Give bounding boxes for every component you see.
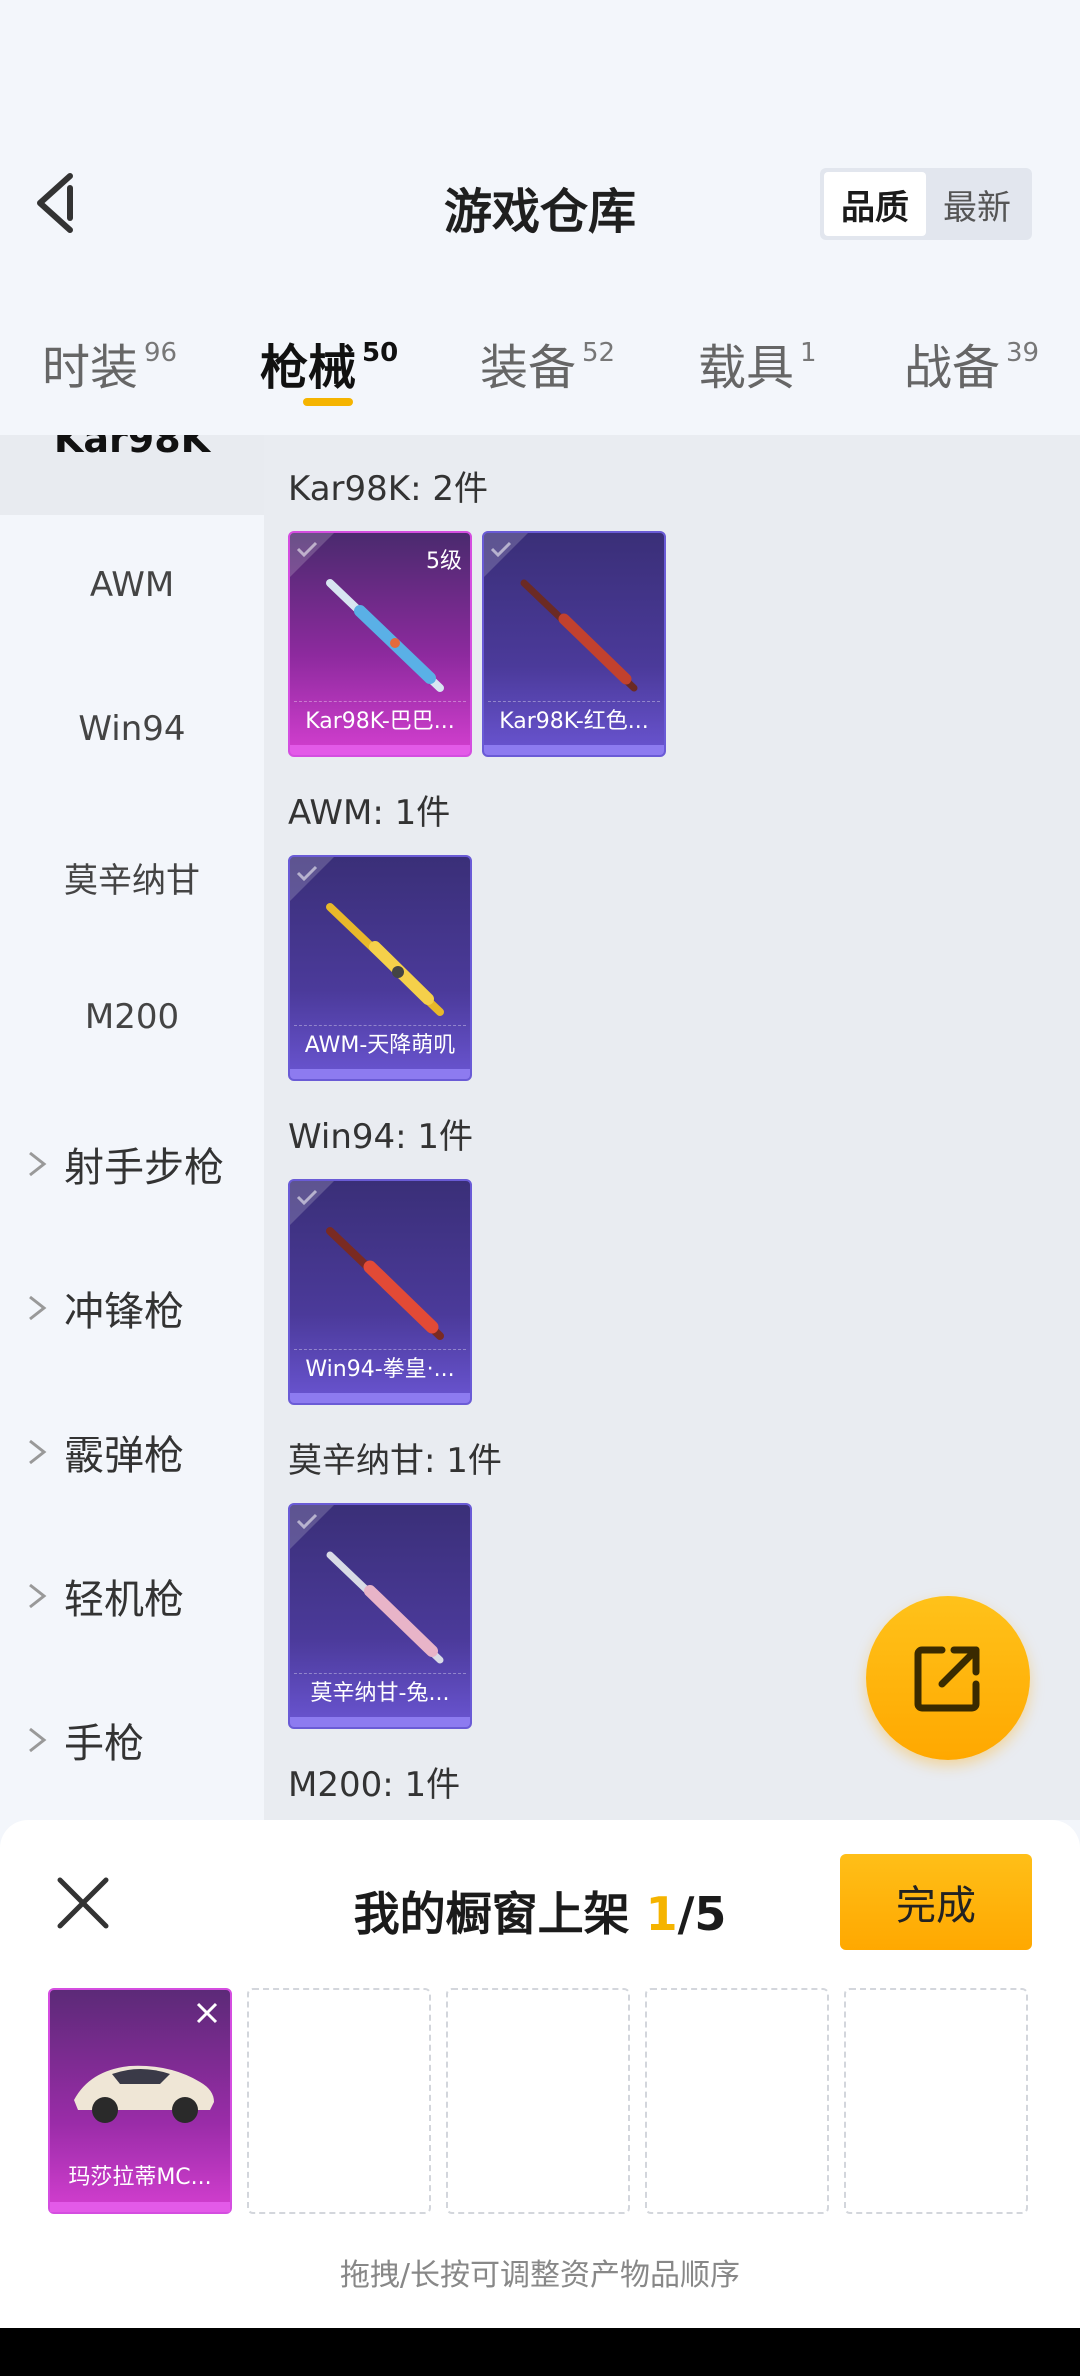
tab-gear[interactable]: 装备 52: [480, 328, 615, 398]
sidebar-item-win94[interactable]: Win94: [0, 709, 264, 749]
rarity-bar: [484, 745, 664, 755]
top-bar: 游戏仓库 品质 最新 时装 96 枪械 50 装备 52 载具 1 战备 39: [0, 0, 1080, 435]
tab-label: 装备: [480, 340, 577, 396]
rarity-bar: [50, 2202, 230, 2212]
item-name: Kar98K-巴巴...: [294, 701, 466, 741]
sidebar-group-smg[interactable]: 冲锋枪: [26, 1279, 184, 1337]
sidebar-item-m200[interactable]: M200: [0, 997, 264, 1037]
tab-count: 96: [144, 338, 178, 368]
sidebar-item-mosin[interactable]: 莫辛纳甘: [0, 853, 264, 902]
item-name: Win94-拳皇·...: [294, 1349, 466, 1389]
showcase-slot-empty[interactable]: [446, 1988, 630, 2214]
share-export-icon: [914, 1646, 980, 1712]
sort-option-quality[interactable]: 品质: [824, 172, 926, 236]
tab-vehicles[interactable]: 载具 1: [698, 328, 817, 398]
showcase-slot-empty[interactable]: [645, 1988, 829, 2214]
chevron-right-icon: [29, 1151, 47, 1177]
sidebar-group-label: 轻机枪: [64, 1577, 184, 1623]
chevron-right-icon: [29, 1295, 47, 1321]
done-button[interactable]: 完成: [840, 1854, 1032, 1950]
item-card[interactable]: Win94-拳皇·...: [288, 1179, 472, 1405]
section-title: Win94: 1件: [288, 1117, 474, 1157]
tab-supplies[interactable]: 战备 39: [904, 328, 1039, 398]
tab-count: 1: [800, 338, 817, 368]
chevron-right-icon: [29, 1583, 47, 1609]
tab-label: 枪械: [260, 340, 357, 396]
sidebar-item-selected[interactable]: Kar98K: [0, 435, 264, 515]
section-title: AWM: 1件: [288, 793, 451, 833]
rifle-icon: [326, 903, 444, 1016]
item-name: AWM-天降萌叽: [294, 1025, 466, 1065]
system-nav-bar: [0, 2328, 1080, 2376]
sort-toggle: 品质 最新: [820, 168, 1032, 240]
showcase-total-count: /5: [677, 1887, 727, 1941]
tab-label: 载具: [698, 340, 795, 396]
sidebar-item-awm[interactable]: AWM: [0, 565, 264, 605]
sidebar-group-label: 冲锋枪: [64, 1289, 184, 1335]
chevron-right-icon: [29, 1727, 47, 1753]
showcase-slot-empty[interactable]: [844, 1988, 1028, 2214]
showcase-current-count: 1: [645, 1887, 678, 1941]
sidebar-group-label: 手枪: [64, 1721, 144, 1767]
chevron-right-icon: [29, 1439, 47, 1465]
tab-outfit[interactable]: 时装 96: [42, 328, 177, 398]
item-name: 莫辛纳甘-兔...: [294, 1673, 466, 1713]
item-name: 玛莎拉蒂MC...: [68, 2165, 212, 2190]
sidebar-group-label: 射手步枪: [64, 1145, 224, 1191]
remove-icon[interactable]: [190, 1996, 224, 2030]
rifle-icon: [326, 1227, 444, 1340]
weapon-sidebar: Kar98K AWM Win94 莫辛纳甘 M200 射手步枪 冲锋枪 霰弹枪 …: [0, 435, 264, 1820]
sidebar-group-shotgun[interactable]: 霰弹枪: [26, 1423, 184, 1481]
item-card[interactable]: 莫辛纳甘-兔...: [288, 1503, 472, 1729]
tab-count: 50: [362, 338, 399, 368]
rarity-bar: [290, 1069, 470, 1079]
sidebar-group-lmg[interactable]: 轻机枪: [26, 1567, 184, 1625]
rifle-icon: [326, 579, 444, 692]
active-tab-indicator: [303, 398, 353, 406]
share-button[interactable]: [866, 1596, 1030, 1760]
item-card[interactable]: 5级 Kar98K-巴巴...: [288, 531, 472, 757]
sidebar-group-pistol[interactable]: 手枪: [26, 1711, 144, 1769]
showcase-slot-filled[interactable]: 玛莎拉蒂MC...: [48, 1988, 232, 2214]
sidebar-group-marksman[interactable]: 射手步枪: [26, 1135, 224, 1193]
sort-option-latest[interactable]: 最新: [926, 172, 1028, 236]
tab-label: 战备: [904, 340, 1001, 396]
sidebar-group-label: 霰弹枪: [64, 1433, 184, 1479]
section-title: 莫辛纳甘: 1件: [288, 1441, 502, 1481]
showcase-sheet: 我的橱窗上架 1/5 完成 玛莎拉蒂MC... 拖拽/长按可调整资产物品顺序: [0, 1820, 1080, 2328]
rifle-icon: [326, 1551, 444, 1664]
rarity-bar: [290, 745, 470, 755]
rifle-icon: [520, 579, 638, 692]
reorder-hint: 拖拽/长按可调整资产物品顺序: [339, 2258, 741, 2293]
item-name: Kar98K-红色...: [488, 701, 660, 741]
showcase-slot-empty[interactable]: [247, 1988, 431, 2214]
rarity-bar: [290, 1393, 470, 1403]
category-tabs: 时装 96 枪械 50 装备 52 载具 1 战备 39: [0, 320, 1080, 410]
rarity-bar: [290, 1717, 470, 1727]
showcase-title-text: 我的橱窗上架: [353, 1887, 646, 1941]
section-title: Kar98K: 2件: [288, 469, 488, 509]
tab-count: 52: [582, 338, 616, 368]
item-card[interactable]: AWM-天降萌叽: [288, 855, 472, 1081]
sidebar-item-label: Kar98K: [53, 435, 211, 461]
tab-label: 时装: [42, 340, 139, 396]
item-card[interactable]: Kar98K-红色...: [482, 531, 666, 757]
car-icon: [74, 2065, 214, 2123]
tab-count: 39: [1006, 338, 1040, 368]
section-title: M200: 1件: [288, 1765, 461, 1805]
tab-guns[interactable]: 枪械 50: [260, 328, 398, 398]
